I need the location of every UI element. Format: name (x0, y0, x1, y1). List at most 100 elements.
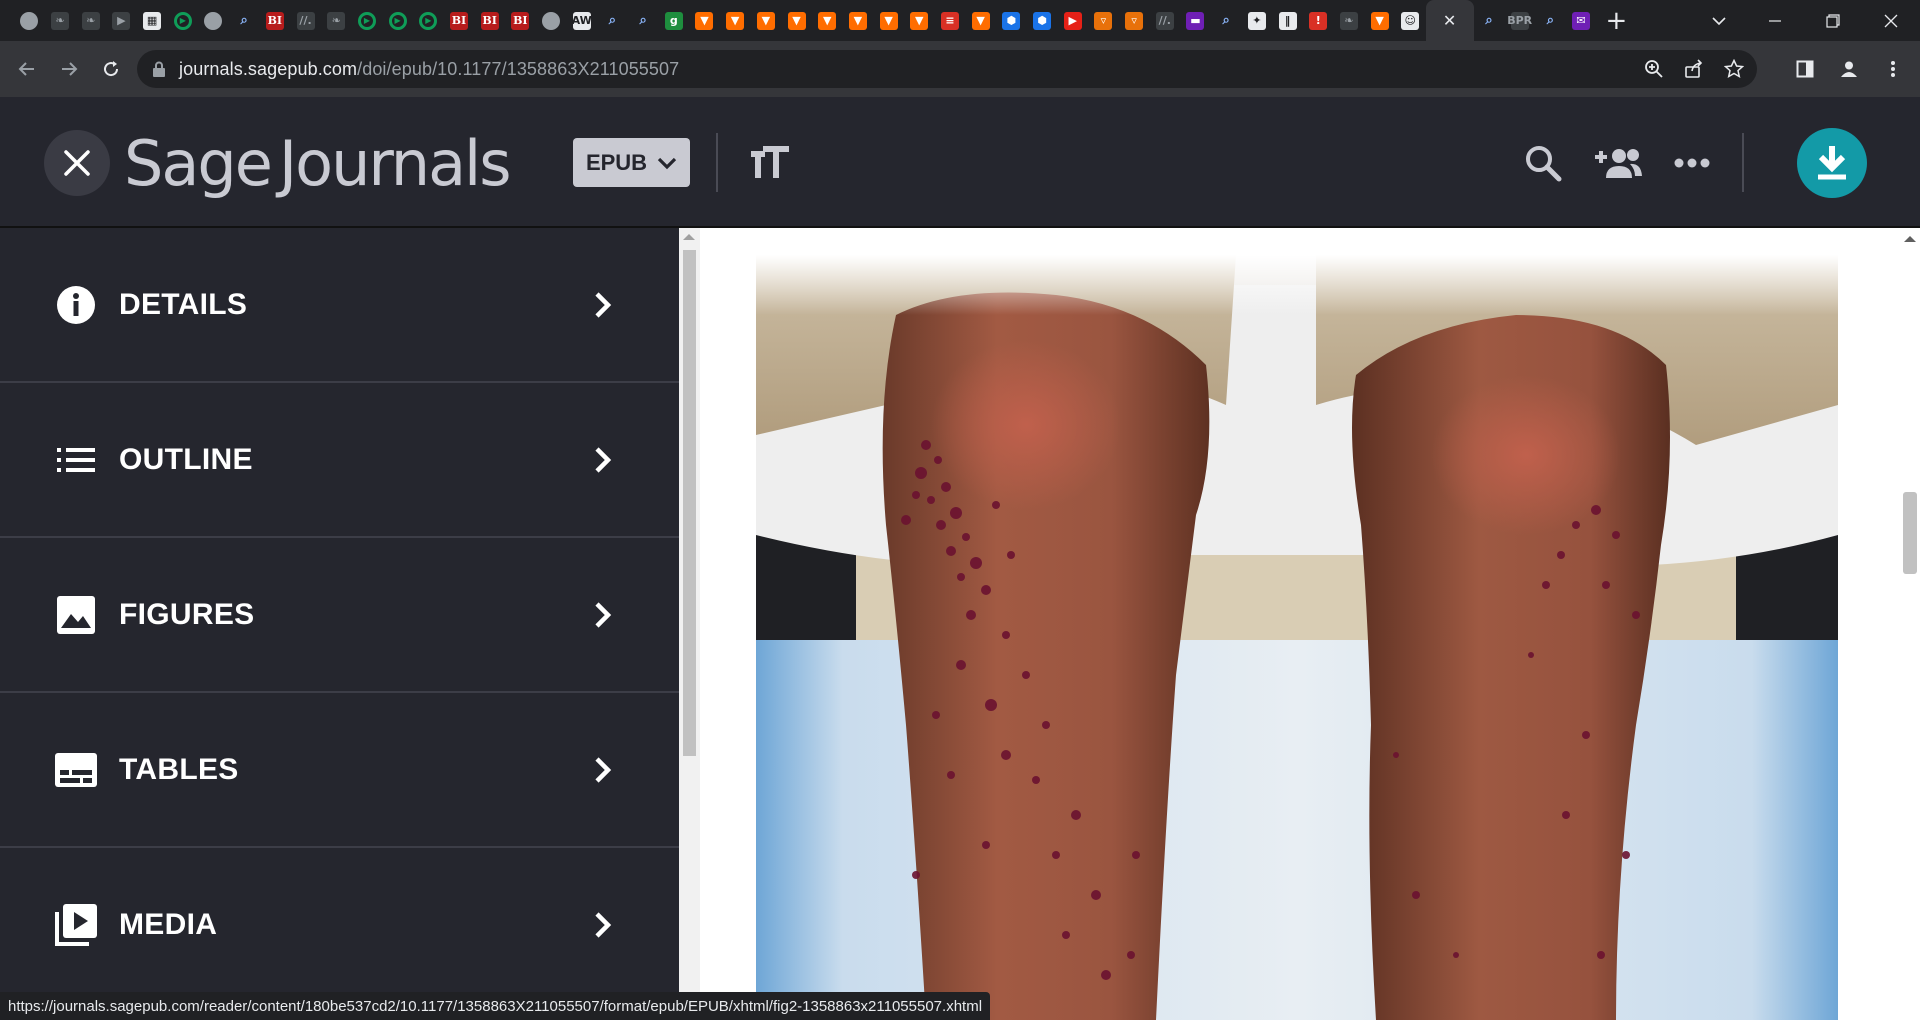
browser-tab[interactable]: ❧ (45, 0, 76, 41)
search-icon: ⌕ (608, 13, 617, 28)
browser-tab[interactable]: ≡ (935, 0, 966, 41)
browser-tab[interactable]: BPR (1504, 0, 1535, 41)
browser-tab[interactable]: //. (290, 0, 321, 41)
browser-tab[interactable]: ⌕ (1211, 0, 1242, 41)
browser-tab[interactable]: ✉ (1566, 0, 1597, 41)
browser-tab[interactable]: ▼ (720, 0, 751, 41)
close-window-button[interactable] (1862, 0, 1920, 41)
browser-tab-strip: ❧ ❧ ▶ ▦ ▶ ⌕ BI //. ❧ ▶ ▶ ▶ BI BI BI AW ⌕ ⌕ g ▼ ▼ ▼ ▼ ▼ ▼ ▼ ▼ ≡ ▼ ⬢ ⬢ ▶ ▿… (0, 0, 1920, 41)
back-button[interactable] (8, 50, 46, 88)
reader-header: Sage Journals EPUB (0, 97, 1920, 228)
scroll-up-arrow-icon[interactable] (683, 234, 695, 240)
text-size-button[interactable] (748, 141, 792, 185)
lock-icon[interactable] (151, 61, 167, 77)
browser-tab[interactable] (536, 0, 567, 41)
close-icon[interactable]: ✕ (1441, 12, 1459, 30)
menu-item-figures[interactable]: FIGURES (0, 538, 679, 693)
flag-icon: ≡ (940, 11, 959, 30)
browser-tab[interactable]: ▼ (1364, 0, 1395, 41)
browser-tab[interactable]: ⌕ (628, 0, 659, 41)
browser-tab[interactable]: ⬢ (996, 0, 1027, 41)
browser-tab[interactable]: ✦ (1242, 0, 1273, 41)
browser-tab[interactable]: ▿ (1088, 0, 1119, 41)
format-dropdown[interactable]: EPUB (573, 138, 690, 187)
browser-tab[interactable]: ⌕ (229, 0, 260, 41)
browser-tab[interactable]: ❧ (1334, 0, 1365, 41)
browser-tab[interactable]: ▼ (904, 0, 935, 41)
browser-tab[interactable]: //. (1149, 0, 1180, 41)
browser-tab[interactable]: AW (566, 0, 597, 41)
menu-item-tables[interactable]: TABLES (0, 693, 679, 848)
restore-button[interactable] (1804, 0, 1862, 41)
browser-tab[interactable]: ‖ (1272, 0, 1303, 41)
browser-tab[interactable]: ▼ (781, 0, 812, 41)
browser-tab[interactable]: ▶ (382, 0, 413, 41)
browser-tab[interactable]: ⬢ (1027, 0, 1058, 41)
forward-button[interactable] (50, 50, 88, 88)
search-button[interactable] (1518, 138, 1568, 188)
search-icon: ⌕ (1546, 13, 1554, 28)
address-bar[interactable]: journals.sagepub.com/doi/epub/10.1177/13… (137, 50, 1757, 88)
browser-tab[interactable]: ▶ (413, 0, 444, 41)
zoom-icon[interactable] (1643, 58, 1665, 80)
reload-button[interactable] (92, 50, 130, 88)
browser-tab[interactable]: ⌕ (1474, 0, 1505, 41)
browser-tab[interactable]: ▿ (1119, 0, 1150, 41)
profile-icon[interactable] (1832, 52, 1866, 86)
browser-tab[interactable]: ▼ (965, 0, 996, 41)
browser-tab[interactable]: ▼ (751, 0, 782, 41)
g-icon: g (664, 11, 683, 30)
browser-tab[interactable]: ▼ (689, 0, 720, 41)
menu-scrollbar[interactable] (679, 228, 700, 1020)
browser-tab[interactable]: ! (1303, 0, 1334, 41)
browser-tab[interactable]: ▶ (352, 0, 383, 41)
menu-item-outline[interactable]: OUTLINE (0, 383, 679, 538)
browser-tab[interactable]: BI (444, 0, 475, 41)
browser-tab[interactable]: g (658, 0, 689, 41)
browser-menu-icon[interactable] (1876, 52, 1910, 86)
chevron-down-icon (657, 157, 677, 169)
browser-tab[interactable]: ⌕ (597, 0, 628, 41)
shield-icon: ▿ (1094, 11, 1113, 30)
share-access-button[interactable] (1593, 138, 1643, 188)
side-panel-icon[interactable] (1788, 52, 1822, 86)
browser-tab[interactable] (14, 0, 45, 41)
search-icon: ⌕ (240, 13, 248, 28)
browser-tab[interactable]: ▬ (1180, 0, 1211, 41)
scroll-up-arrow-icon[interactable] (1904, 236, 1916, 242)
browser-tab[interactable]: ▶ (167, 0, 198, 41)
browser-tab[interactable]: BI (260, 0, 291, 41)
browser-tab[interactable]: BI (474, 0, 505, 41)
sage-journals-logo[interactable]: Sage Journals (124, 125, 512, 201)
browser-tab[interactable]: ❧ (321, 0, 352, 41)
menu-item-media[interactable]: MEDIA (0, 848, 679, 1003)
browser-tab[interactable]: BI (505, 0, 536, 41)
browser-tab[interactable]: ▶ (1057, 0, 1088, 41)
scrollbar-thumb[interactable] (1903, 492, 1917, 574)
url-text[interactable]: journals.sagepub.com/doi/epub/10.1177/13… (179, 59, 679, 80)
close-reader-button[interactable] (44, 130, 110, 196)
browser-tab[interactable]: ▶ (106, 0, 137, 41)
browser-tab[interactable]: ▼ (843, 0, 874, 41)
browser-tab[interactable]: ▼ (812, 0, 843, 41)
browser-tab-active[interactable]: ✕ (1425, 0, 1474, 41)
content-scrollbar[interactable] (1900, 228, 1920, 1020)
red-pin-icon: ! (1309, 11, 1328, 30)
minimize-button[interactable] (1746, 0, 1804, 41)
header-divider (716, 133, 718, 192)
scrollbar-thumb[interactable] (683, 250, 696, 756)
browser-tab[interactable]: ▼ (873, 0, 904, 41)
tab-search-chevron-icon[interactable] (1692, 0, 1746, 41)
bookmark-star-icon[interactable] (1723, 58, 1745, 80)
download-button[interactable] (1797, 128, 1867, 198)
menu-item-details[interactable]: DETAILS (0, 228, 679, 383)
share-icon[interactable] (1683, 58, 1705, 80)
article-figure-image[interactable] (756, 255, 1838, 1020)
more-options-button[interactable] (1667, 138, 1717, 188)
browser-tab[interactable]: ⌕ (1535, 0, 1566, 41)
browser-tab[interactable]: ❧ (75, 0, 106, 41)
browser-tab[interactable] (198, 0, 229, 41)
browser-tab[interactable]: ▦ (137, 0, 168, 41)
browser-tab[interactable]: ☺ (1395, 0, 1426, 41)
new-tab-button[interactable]: + (1596, 0, 1636, 41)
